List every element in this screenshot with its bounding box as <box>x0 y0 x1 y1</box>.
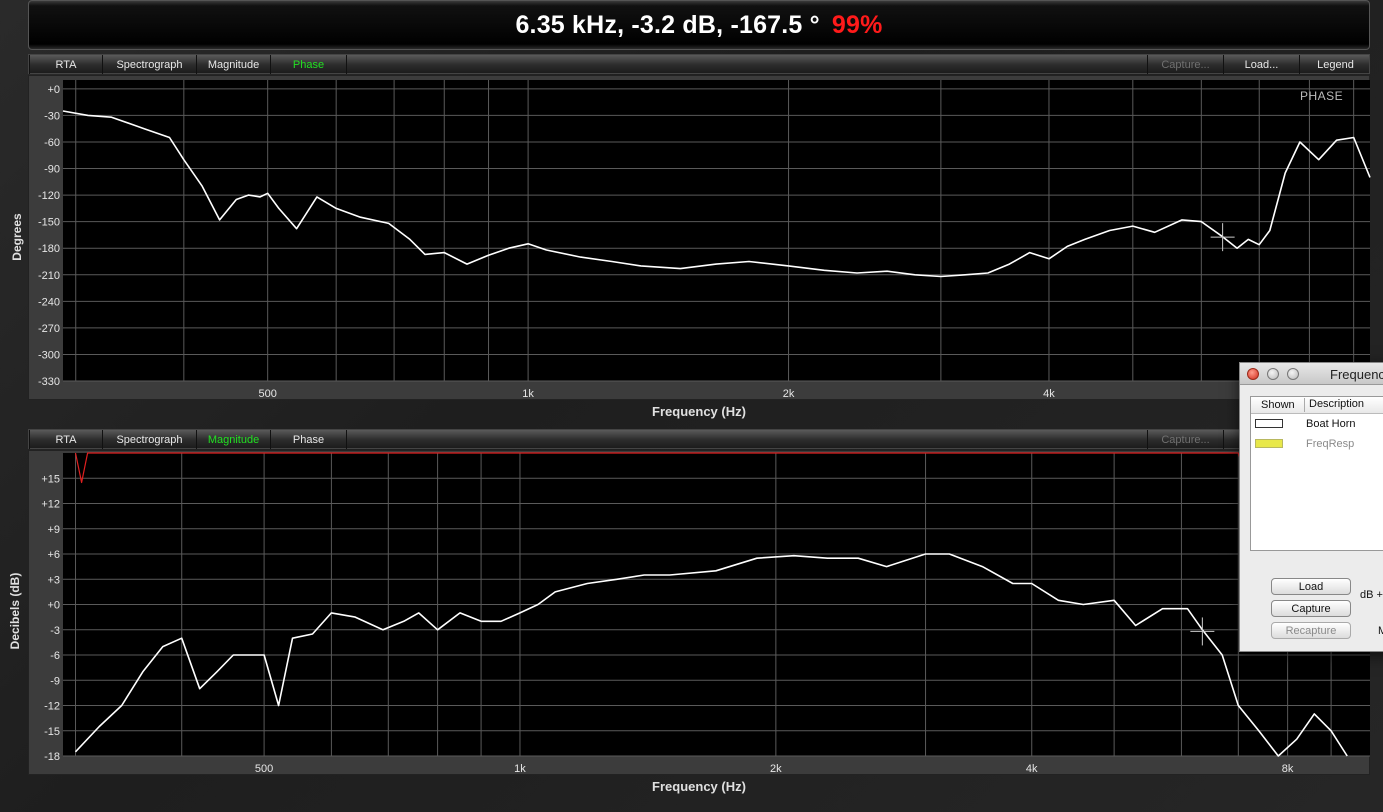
phase-y-tick-label: -240 <box>38 296 60 308</box>
dialog-side-text: dB + <box>1360 589 1383 601</box>
col-shown[interactable]: Shown <box>1261 399 1295 411</box>
mag-y-tick-label: -18 <box>44 751 60 763</box>
mag-x-tick-label: 500 <box>255 763 273 775</box>
phase-y-tick-label: -90 <box>44 164 60 176</box>
mag-y-tick-label: -15 <box>44 726 60 738</box>
legend-swatch[interactable] <box>1255 419 1283 428</box>
zoom-icon[interactable] <box>1287 368 1299 380</box>
magnitude-x-axis-label: Frequency (Hz) <box>652 779 746 794</box>
dialog-recapture-button[interactable]: Recapture <box>1271 622 1351 639</box>
phase-x-axis-label: Frequency (Hz) <box>652 404 746 419</box>
legend-row-boat-horn[interactable]: Boat Horn <box>1251 414 1383 434</box>
legend-desc: FreqResp <box>1306 438 1355 450</box>
mag-y-tick-label: +9 <box>47 524 60 536</box>
phase-y-tick-label: -270 <box>38 323 60 335</box>
minimize-icon[interactable] <box>1267 368 1279 380</box>
phase-y-tick-label: -300 <box>38 349 60 361</box>
magnitude-y-axis-label: Decibels (dB) <box>8 572 22 650</box>
mag-y-tick-label: +15 <box>41 473 60 485</box>
phase-x-tick-label: 2k <box>783 388 795 400</box>
dialog-load-button[interactable]: Load <box>1271 578 1351 595</box>
mag-y-tick-label: +6 <box>47 549 60 561</box>
phase-x-tick-label: 4k <box>1043 388 1055 400</box>
phase-y-tick-label: -30 <box>44 110 60 122</box>
col-description[interactable]: Description <box>1304 398 1364 412</box>
mag-y-tick-label: +3 <box>47 574 60 586</box>
magnitude-chart[interactable]: +15 +12 +9 +6 +3 +0 -3 -6 -9 -12 -15 -18 500 1k 2k 4k 8k <box>41 452 1370 775</box>
dialog-side-text-m: M <box>1378 625 1383 637</box>
phase-y-tick-label: -150 <box>38 217 60 229</box>
phase-chart[interactable]: +0 -30 -60 -90 -120 -150 -180 -210 -240 -270 -300 -… <box>38 80 1371 400</box>
mag-y-tick-label: -3 <box>50 625 60 637</box>
phase-corner-label: PHASE <box>1300 89 1344 103</box>
phase-y-tick-label: +0 <box>47 84 60 96</box>
legend-desc: Boat Horn <box>1306 418 1356 430</box>
phase-y-axis-label: Degrees <box>10 213 24 261</box>
phase-x-tick-label: 1k <box>522 388 534 400</box>
legend-row-freqresp[interactable]: FreqResp <box>1251 434 1383 454</box>
dialog-capture-button[interactable]: Capture <box>1271 600 1351 617</box>
mag-x-tick-label: 4k <box>1026 763 1038 775</box>
mag-x-tick-label: 8k <box>1282 763 1294 775</box>
mag-x-tick-label: 1k <box>514 763 526 775</box>
legend-dialog[interactable]: Frequenc Shown Description Boat Horn Fre… <box>1239 362 1383 652</box>
mag-y-tick-label: -12 <box>44 701 60 713</box>
mag-y-tick-label: +0 <box>47 600 60 612</box>
phase-y-tick-label: -120 <box>38 190 60 202</box>
phase-y-tick-label: -330 <box>38 376 60 388</box>
phase-y-tick-label: -60 <box>44 137 60 149</box>
close-icon[interactable] <box>1247 368 1259 380</box>
dialog-titlebar[interactable]: Frequenc <box>1240 363 1383 385</box>
mag-y-tick-label: -9 <box>50 675 60 687</box>
phase-x-tick-label: 500 <box>258 388 276 400</box>
mag-y-tick-label: -6 <box>50 650 60 662</box>
mag-x-tick-label: 2k <box>770 763 782 775</box>
legend-list[interactable]: Shown Description Boat Horn FreqResp <box>1250 396 1383 551</box>
phase-plot-area[interactable] <box>63 80 1370 381</box>
phase-y-tick-label: -180 <box>38 243 60 255</box>
legend-list-header: Shown Description <box>1251 397 1383 414</box>
dialog-title: Frequenc <box>1330 367 1383 382</box>
phase-y-tick-label: -210 <box>38 270 60 282</box>
legend-swatch[interactable] <box>1255 439 1283 448</box>
mag-y-tick-label: +12 <box>41 499 60 511</box>
